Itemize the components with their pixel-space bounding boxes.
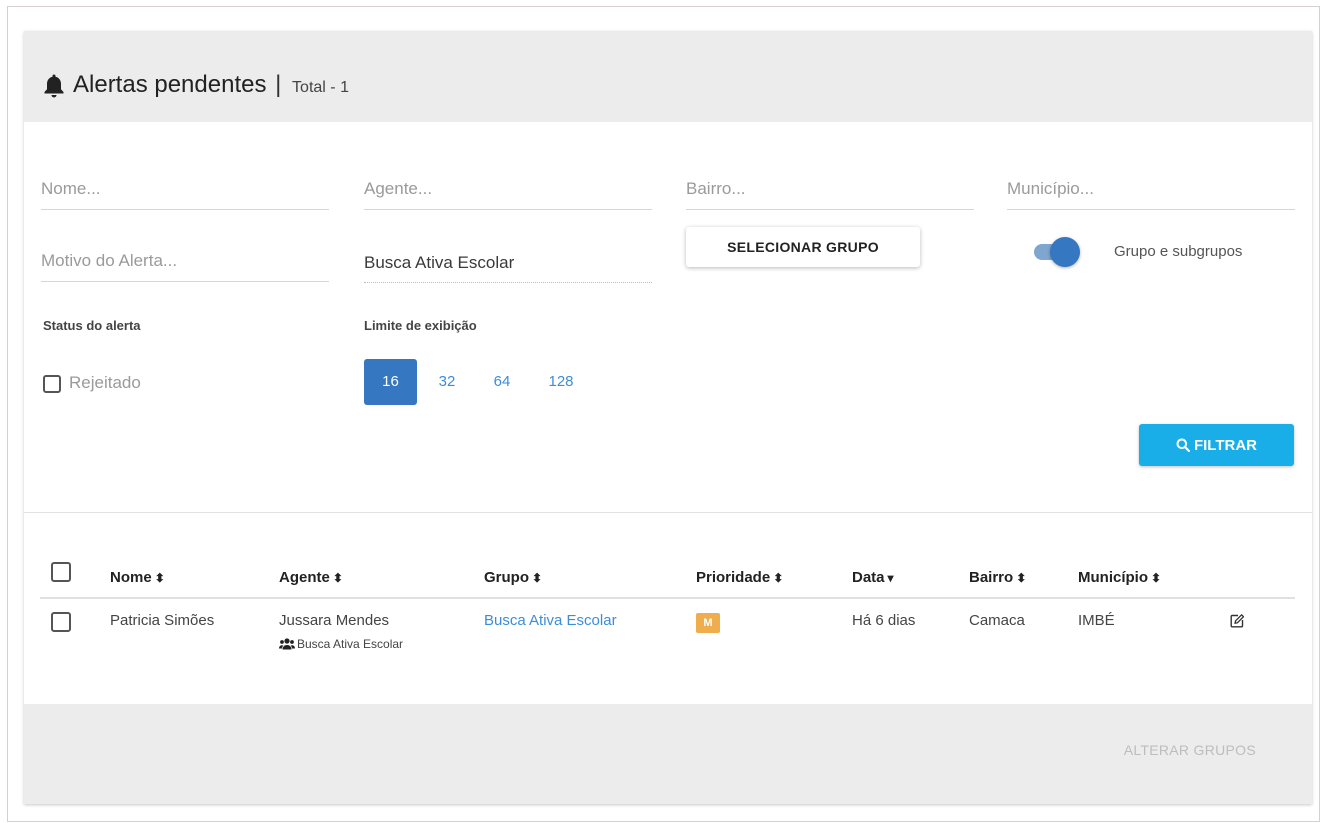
bell-icon	[44, 74, 64, 98]
users-icon	[279, 638, 295, 650]
column-agente-label: Agente	[279, 569, 330, 586]
table-header-divider	[40, 597, 1295, 599]
row-agente: Jussara Mendes	[279, 612, 390, 629]
grupo-value: Busca Ativa Escolar	[364, 253, 515, 272]
edit-icon[interactable]	[1230, 614, 1244, 628]
page-title: Alertas pendentes | Total - 1	[73, 71, 349, 99]
row-nome: Patricia Simões	[110, 612, 215, 629]
rejeitado-label[interactable]: Rejeitado	[69, 373, 141, 393]
sort-desc-icon: ▾	[887, 571, 894, 585]
row-grupo-link[interactable]: Busca Ativa Escolar	[484, 612, 617, 629]
total-count: Total - 1	[292, 79, 349, 96]
section-divider	[24, 512, 1312, 513]
select-group-button[interactable]: SELECIONAR GRUPO	[686, 227, 920, 267]
subgroups-toggle[interactable]	[1034, 237, 1080, 267]
municipio-field[interactable]: Município...	[1007, 169, 1295, 210]
rejeitado-checkbox[interactable]	[43, 375, 61, 393]
row-agente-group-label: Busca Ativa Escolar	[297, 637, 404, 651]
column-grupo-label: Grupo	[484, 569, 529, 586]
limit-16-button[interactable]: 16	[364, 359, 417, 405]
row-bairro: Camaca	[969, 612, 1025, 629]
row-agente-group: Busca Ativa Escolar	[279, 637, 403, 651]
card-header: Alertas pendentes | Total - 1	[24, 31, 1312, 122]
bairro-field[interactable]: Bairro...	[686, 169, 974, 210]
status-label: Status do alerta	[43, 318, 141, 333]
limit-64-button[interactable]: 64	[482, 359, 522, 405]
nome-field[interactable]: Nome...	[41, 169, 329, 210]
alerts-card: Alertas pendentes | Total - 1 Nome... Ag…	[24, 31, 1312, 804]
sort-icon: ⬍	[154, 571, 165, 585]
search-icon	[1176, 438, 1191, 452]
bairro-placeholder: Bairro...	[686, 179, 746, 198]
column-agente[interactable]: Agente ⬍	[279, 569, 343, 586]
sort-icon: ⬍	[532, 571, 543, 585]
motivo-field[interactable]: Motivo do Alerta...	[41, 241, 329, 282]
sort-icon: ⬍	[332, 571, 343, 585]
toggle-label: Grupo e subgrupos	[1114, 243, 1243, 260]
column-prioridade-label: Prioridade	[696, 569, 771, 586]
grupo-field[interactable]: Busca Ativa Escolar	[364, 233, 652, 283]
column-data-label: Data	[852, 569, 885, 586]
column-municipio[interactable]: Município ⬍	[1078, 569, 1161, 586]
row-data: Há 6 dias	[852, 612, 916, 629]
motivo-placeholder: Motivo do Alerta...	[41, 251, 178, 270]
title-text: Alertas pendentes	[73, 71, 267, 98]
column-grupo[interactable]: Grupo ⬍	[484, 569, 542, 586]
limit-32-button[interactable]: 32	[427, 359, 467, 405]
change-groups-button[interactable]: ALTERAR GRUPOS	[1124, 742, 1256, 758]
column-nome-label: Nome	[110, 569, 152, 586]
limit-128-button[interactable]: 128	[539, 359, 583, 405]
column-nome[interactable]: Nome ⬍	[110, 569, 165, 586]
municipio-placeholder: Município...	[1007, 179, 1094, 198]
priority-badge: M	[696, 613, 720, 633]
limit-label: Limite de exibição	[364, 318, 477, 333]
row-municipio: IMBÉ	[1078, 612, 1115, 629]
agente-field[interactable]: Agente...	[364, 169, 652, 210]
sort-icon: ⬍	[1151, 571, 1162, 585]
filter-button-label: FILTRAR	[1193, 436, 1258, 454]
select-all-checkbox[interactable]	[51, 562, 71, 582]
title-separator: |	[275, 71, 282, 98]
sort-icon: ⬍	[773, 571, 784, 585]
card-footer: ALTERAR GRUPOS	[24, 704, 1312, 804]
column-prioridade[interactable]: Prioridade ⬍	[696, 569, 783, 586]
agente-placeholder: Agente...	[364, 179, 433, 198]
column-municipio-label: Município	[1078, 569, 1148, 586]
toggle-knob	[1050, 237, 1080, 267]
filter-button[interactable]: FILTRAR	[1139, 424, 1294, 466]
nome-placeholder: Nome...	[41, 179, 101, 198]
row-checkbox[interactable]	[51, 612, 71, 632]
column-data[interactable]: Data ▾	[852, 569, 894, 586]
sort-icon: ⬍	[1016, 571, 1027, 585]
column-bairro-label: Bairro	[969, 569, 1014, 586]
column-bairro[interactable]: Bairro ⬍	[969, 569, 1026, 586]
